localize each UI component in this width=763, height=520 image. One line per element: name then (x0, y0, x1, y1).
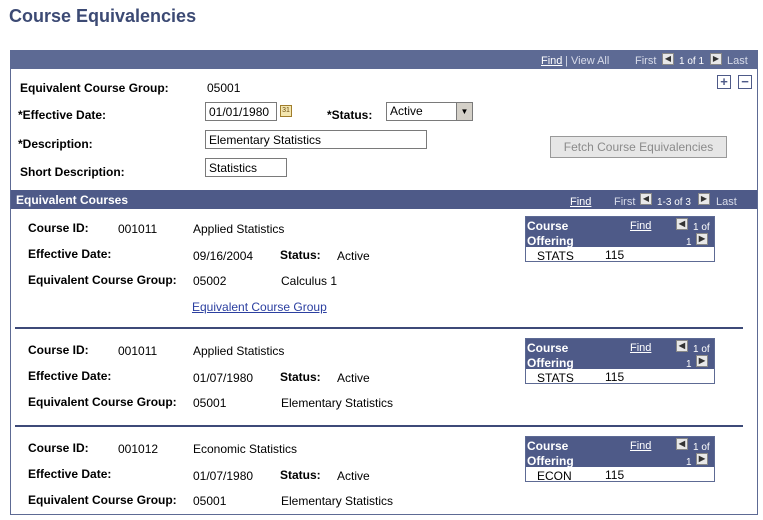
offering-next-arrow-icon[interactable]: ▶ (696, 355, 708, 367)
offering-subject: STATS (537, 371, 574, 385)
course-effective-date-label: Effective Date: (28, 369, 112, 383)
offering-catalog-number: 115 (605, 468, 625, 482)
top-last[interactable]: Last (727, 55, 748, 67)
course-status-label: Status: (280, 248, 321, 262)
top-find-link[interactable]: Find (541, 55, 562, 67)
status-select[interactable]: Active ▼ (386, 102, 473, 121)
fetch-course-equivalencies-button[interactable]: Fetch Course Equivalencies (550, 136, 727, 158)
course-effective-date-label: Effective Date: (28, 467, 112, 481)
course-group-value: 05001 (193, 396, 227, 410)
course-offering-find-link[interactable]: Find (630, 220, 651, 232)
course-effective-date-value: 01/07/1980 (193, 371, 254, 385)
course-status-label: Status: (280, 370, 321, 384)
course-offering-find-link[interactable]: Find (630, 440, 651, 452)
course-offering-title-line1: Course (527, 341, 569, 355)
course-offering-title-line2: Offering (527, 356, 574, 370)
group-value: 05001 (207, 81, 241, 95)
course-group-label: Equivalent Course Group: (28, 395, 177, 409)
offering-prev-arrow-icon[interactable]: ◀ (676, 340, 688, 352)
offering-next-arrow-icon[interactable]: ▶ (696, 233, 708, 245)
course-id-label: Course ID: (28, 343, 89, 357)
offering-prev-arrow-icon[interactable]: ◀ (676, 218, 688, 230)
course-effective-date-value: 09/16/2004 (193, 249, 254, 263)
short-description-input[interactable]: Statistics (205, 158, 287, 177)
course-id-label: Course ID: (28, 221, 89, 235)
offering-count-line2: 1 (686, 457, 692, 468)
effective-date-input[interactable]: 01/01/1980 (205, 102, 277, 121)
course-effective-date-label: Effective Date: (28, 247, 112, 261)
course-offering-box: Course Offering Find ◀ 1 of 1 ▶ ECON 115 (525, 436, 715, 483)
course-offering-box: Course Offering Find ◀ 1 of 1 ▶ STATS 115 (525, 216, 715, 263)
course-name: Economic Statistics (193, 442, 298, 456)
top-first[interactable]: First (635, 55, 656, 67)
equivalent-course-group-link[interactable]: Equivalent Course Group (192, 300, 327, 314)
description-input[interactable]: Elementary Statistics (205, 130, 427, 149)
course-id-value: 001012 (118, 442, 159, 456)
course-effective-date-value: 01/07/1980 (193, 469, 254, 483)
course-status-value: Active (337, 469, 370, 483)
offering-next-arrow-icon[interactable]: ▶ (696, 453, 708, 465)
add-row-plus-icon[interactable]: + (717, 75, 731, 89)
course-offering-title-line1: Course (527, 439, 569, 453)
course-id-value: 001011 (118, 222, 158, 236)
course-group-name: Elementary Statistics (281, 494, 394, 508)
course-status-value: Active (337, 371, 370, 385)
row-separator (15, 425, 743, 427)
course-status-value: Active (337, 249, 370, 263)
course-offering-header: Course Offering Find ◀ 1 of 1 ▶ (526, 437, 714, 468)
course-name: Applied Statistics (193, 344, 285, 358)
offering-catalog-number: 115 (605, 370, 625, 384)
description-label: *Description: (18, 137, 93, 151)
course-group-value: 05001 (193, 494, 227, 508)
page-title: Course Equivalencies (9, 6, 197, 26)
equiv-last[interactable]: Last (716, 196, 737, 208)
course-id-value: 001011 (118, 344, 158, 358)
equiv-next-arrow-icon[interactable]: ▶ (698, 193, 710, 205)
offering-count-line1: 1 of (693, 222, 710, 233)
effective-date-label: *Effective Date: (18, 108, 107, 122)
top-row-count: 1 of 1 (679, 56, 705, 67)
equiv-prev-arrow-icon[interactable]: ◀ (640, 193, 652, 205)
equiv-row-count: 1-3 of 3 (657, 197, 691, 208)
equiv-find-link[interactable]: Find (570, 196, 591, 208)
offering-count-line1: 1 of (693, 442, 710, 453)
offering-count-line2: 1 (686, 237, 692, 248)
course-offering-title-line1: Course (527, 219, 569, 233)
group-label: Equivalent Course Group: (20, 81, 169, 95)
offering-subject: STATS (537, 249, 574, 263)
equiv-first[interactable]: First (614, 196, 635, 208)
offering-prev-arrow-icon[interactable]: ◀ (676, 438, 688, 450)
short-description-label: Short Description: (20, 165, 125, 179)
offering-catalog-number: 115 (605, 248, 625, 262)
status-label: *Status: (327, 108, 373, 122)
offering-count-line1: 1 of (693, 344, 710, 355)
top-nav-separator: | (565, 55, 568, 67)
course-offering-title-line2: Offering (527, 234, 574, 248)
course-status-label: Status: (280, 468, 321, 482)
delete-row-minus-icon[interactable]: − (738, 75, 752, 89)
row-separator (15, 327, 743, 329)
top-next-arrow-icon[interactable]: ▶ (710, 53, 722, 65)
top-prev-arrow-icon[interactable]: ◀ (662, 53, 674, 65)
course-name: Applied Statistics (193, 222, 285, 236)
offering-count-line2: 1 (686, 359, 692, 370)
course-offering-header: Course Offering Find ◀ 1 of 1 ▶ (526, 217, 714, 248)
course-offering-find-link[interactable]: Find (630, 342, 651, 354)
course-offering-box: Course Offering Find ◀ 1 of 1 ▶ STATS 115 (525, 338, 715, 385)
course-offering-title-line2: Offering (527, 454, 574, 468)
chevron-down-icon[interactable]: ▼ (456, 103, 472, 120)
course-id-label: Course ID: (28, 441, 89, 455)
course-group-name: Elementary Statistics (281, 396, 394, 410)
course-group-name: Calculus 1 (281, 274, 338, 288)
course-group-label: Equivalent Course Group: (28, 493, 177, 507)
equivalent-courses-title: Equivalent Courses (16, 193, 129, 207)
status-selected-value: Active (390, 104, 423, 118)
course-group-label: Equivalent Course Group: (28, 273, 177, 287)
top-view-all[interactable]: View All (571, 55, 609, 67)
offering-subject: ECON (537, 469, 572, 483)
course-offering-header: Course Offering Find ◀ 1 of 1 ▶ (526, 339, 714, 370)
course-group-value: 05002 (193, 274, 227, 288)
calendar-icon[interactable]: 31 (280, 105, 292, 117)
